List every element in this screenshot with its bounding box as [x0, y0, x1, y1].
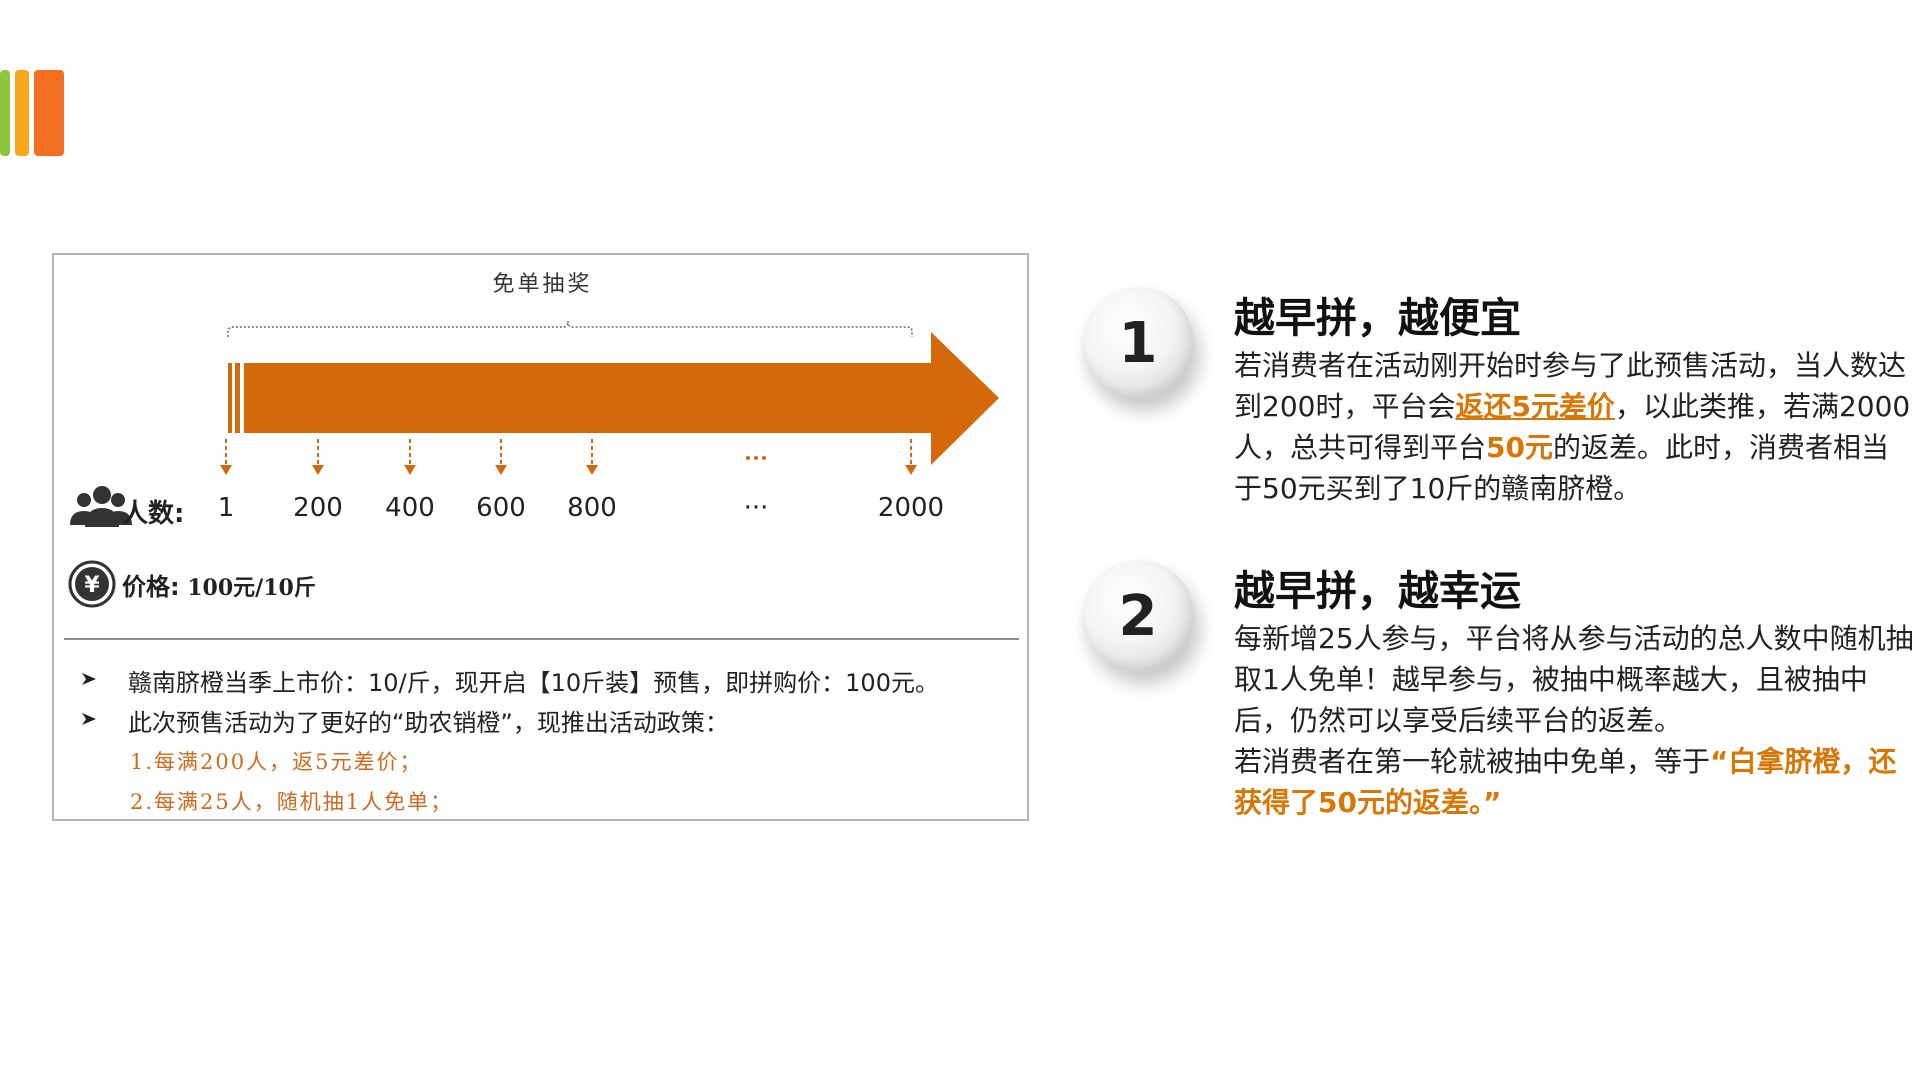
highlight-text: 50元: [1486, 431, 1553, 464]
tick-label: 200: [293, 493, 343, 523]
point-body: 每新增25人参与，平台将从参与活动的总人数中随机抽取1人免单！越早参与，被抽中概…: [1234, 618, 1914, 823]
body-text: 每新增25人参与，平台将从参与活动的总人数中随机抽取1人免单！越早参与，被抽中概…: [1234, 622, 1914, 737]
svg-text:¥: ¥: [84, 573, 100, 598]
tick-label: 1: [217, 493, 235, 523]
highlight-text: 返还5元差价: [1455, 390, 1615, 423]
bullet-item: 赣南脐橙当季上市价：10/斤，现开启【10斤装】预售，即拼购价：100元。: [128, 669, 939, 697]
policy-item: 1.每满200人，返5元差价；: [130, 750, 423, 774]
price-value: 100元/10斤: [187, 575, 316, 601]
logo-bar-green: [0, 70, 10, 156]
lottery-label: 免单抽奖: [492, 272, 593, 297]
ellipsis-dots-orange: [746, 456, 766, 460]
logo-bar-yellow: [15, 70, 29, 156]
logo-bar-orange: [34, 70, 64, 156]
tick-label: 400: [385, 493, 435, 523]
bullet-item: 此次预售活动为了更好的“助农销橙”，现推出活动政策：: [128, 709, 729, 737]
number-badge: 1: [1082, 287, 1194, 399]
logo-bars: [0, 70, 70, 156]
policy-item: 2.每满25人，随机抽1人免单；: [130, 790, 454, 814]
body-text: 若消费者在第一轮就被抽中免单，等于: [1234, 745, 1711, 778]
price-label: 价格:: [122, 573, 180, 601]
people-label: 人数:: [122, 499, 185, 529]
price-row: 价格: 100元/10斤: [122, 567, 316, 602]
lottery-brace: [227, 320, 913, 337]
drop-arrows: [225, 439, 912, 467]
tick-label: ···: [743, 493, 769, 523]
arrow-stripe-2: [235, 363, 240, 433]
tick-label: 600: [476, 493, 526, 523]
point-title: 越早拼，越幸运: [1234, 567, 1521, 615]
bullet-icons: [82, 673, 96, 725]
point-title: 越早拼，越便宜: [1234, 294, 1521, 342]
tick-label: 2000: [877, 493, 945, 523]
tick-label: 800: [567, 493, 617, 523]
point-body: 若消费者在活动刚开始时参与了此预售活动，当人数达到200时，平台会返还5元差价，…: [1234, 345, 1914, 509]
slide: ¥ 免单抽奖 人数: 1 200 400 600 800 ··· 2000 价格…: [0, 0, 1920, 1080]
promotion-figure: ¥ 免单抽奖 人数: 1 200 400 600 800 ··· 2000 价格…: [52, 253, 1029, 821]
number-badge: 2: [1082, 560, 1194, 672]
yen-coin-icon: ¥: [68, 560, 116, 608]
arrow-body: [244, 332, 999, 465]
divider: [64, 638, 1019, 640]
drop-arrowheads: [220, 465, 917, 475]
arrow-stripe-1: [228, 363, 232, 433]
